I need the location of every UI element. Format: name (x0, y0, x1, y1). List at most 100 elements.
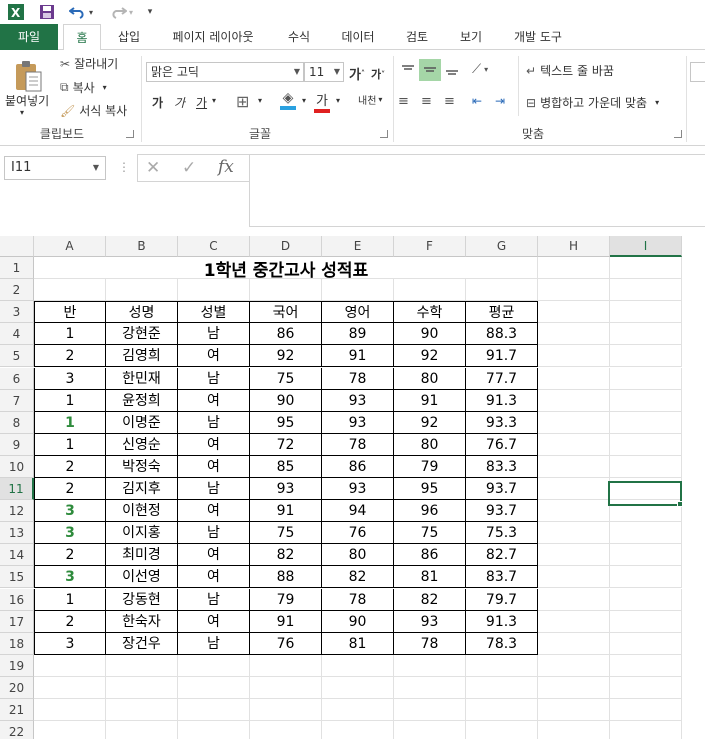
grid-cell[interactable] (466, 699, 538, 722)
fill-color-dropdown-icon[interactable]: ▾ (302, 96, 306, 105)
table-cell[interactable]: 81 (394, 566, 466, 589)
table-cell[interactable]: 90 (322, 610, 394, 633)
grid-cell[interactable] (610, 632, 682, 655)
align-center-icon[interactable]: ≡ (421, 94, 432, 109)
grid-cell[interactable] (610, 323, 682, 346)
tab-data[interactable]: 데이터 (332, 24, 384, 50)
align-top-icon[interactable] (398, 60, 418, 80)
table-cell[interactable]: 91 (394, 389, 466, 412)
table-cell[interactable]: 95 (394, 478, 466, 501)
table-cell[interactable]: 김지후 (106, 478, 178, 501)
grid-cell[interactable] (538, 588, 610, 611)
grid-cell[interactable] (538, 345, 610, 368)
row-header-22[interactable]: 22 (0, 721, 34, 739)
grid-cell[interactable] (610, 257, 682, 280)
row-header-7[interactable]: 7 (0, 389, 34, 412)
clipboard-launcher-icon[interactable] (126, 130, 134, 138)
table-cell[interactable]: 93.7 (466, 500, 538, 523)
table-cell[interactable]: 이명준 (106, 411, 178, 434)
grid-cell[interactable] (610, 301, 682, 324)
row-header-3[interactable]: 3 (0, 301, 34, 324)
column-header-g[interactable]: G (466, 236, 538, 257)
table-cell[interactable]: 김영희 (106, 345, 178, 368)
grid-cell[interactable] (610, 544, 682, 567)
grid-cell[interactable] (538, 721, 610, 739)
row-header-2[interactable]: 2 (0, 279, 34, 302)
table-cell[interactable]: 91.7 (466, 345, 538, 368)
grid-cell[interactable] (538, 610, 610, 633)
table-cell[interactable]: 신영순 (106, 433, 178, 456)
grid-cell[interactable] (394, 699, 466, 722)
column-header-d[interactable]: D (250, 236, 322, 257)
grid-cell[interactable] (466, 676, 538, 699)
table-cell[interactable]: 88.3 (466, 323, 538, 346)
decrease-indent-icon[interactable]: ⇤ (472, 94, 482, 108)
grid-cell[interactable] (538, 654, 610, 677)
grid-cell[interactable] (538, 411, 610, 434)
table-cell[interactable]: 여 (178, 500, 250, 523)
tab-developer[interactable]: 개발 도구 (503, 24, 573, 50)
grid-cell[interactable] (610, 699, 682, 722)
column-header-f[interactable]: F (394, 236, 466, 257)
table-cell[interactable]: 장건우 (106, 632, 178, 655)
table-cell[interactable]: 강현준 (106, 323, 178, 346)
table-cell[interactable]: 박정숙 (106, 455, 178, 478)
grid-cell[interactable] (538, 389, 610, 412)
header-cell[interactable]: 평균 (466, 301, 538, 324)
grid-cell[interactable] (322, 699, 394, 722)
table-cell[interactable]: 여 (178, 544, 250, 567)
table-cell[interactable]: 남 (178, 522, 250, 545)
undo-icon[interactable]: ▾ (66, 2, 96, 22)
grid-cell[interactable] (394, 721, 466, 739)
table-cell[interactable]: 93.7 (466, 478, 538, 501)
table-cell[interactable]: 여 (178, 566, 250, 589)
grid-cell[interactable] (610, 433, 682, 456)
grow-font-button[interactable]: 가 ˄ (349, 64, 365, 83)
grid-cell[interactable] (610, 522, 682, 545)
table-cell[interactable]: 75.3 (466, 522, 538, 545)
grid-cell[interactable] (394, 676, 466, 699)
grid-cell[interactable] (466, 721, 538, 739)
table-cell[interactable]: 86 (322, 455, 394, 478)
grid-cell[interactable] (610, 389, 682, 412)
align-left-icon[interactable]: ≡ (398, 94, 409, 109)
row-header-6[interactable]: 6 (0, 367, 34, 390)
table-cell[interactable]: 80 (322, 544, 394, 567)
number-format-combo[interactable] (690, 62, 705, 82)
grid-cell[interactable] (250, 721, 322, 739)
table-cell[interactable]: 3 (34, 367, 106, 390)
table-cell[interactable]: 93 (394, 610, 466, 633)
grid-cell[interactable] (610, 654, 682, 677)
column-header-c[interactable]: C (178, 236, 250, 257)
table-cell[interactable]: 남 (178, 367, 250, 390)
bold-button[interactable]: 가 (152, 94, 163, 111)
grid-cell[interactable] (106, 654, 178, 677)
table-cell[interactable]: 89 (322, 323, 394, 346)
fill-color-button[interactable]: ◈ (280, 90, 296, 110)
column-header-e[interactable]: E (322, 236, 394, 257)
grid-cell[interactable] (538, 478, 610, 501)
table-cell[interactable]: 77.7 (466, 367, 538, 390)
enter-icon[interactable]: ✓ (182, 158, 196, 178)
table-cell[interactable]: 여 (178, 433, 250, 456)
grid-cell[interactable] (106, 721, 178, 739)
table-cell[interactable]: 86 (394, 544, 466, 567)
copy-button[interactable]: ⧉ 복사 ▾ (60, 79, 107, 96)
grid-cell[interactable] (322, 654, 394, 677)
grid-cell[interactable] (610, 676, 682, 699)
font-color-dropdown-icon[interactable]: ▾ (336, 96, 340, 105)
table-cell[interactable]: 94 (322, 500, 394, 523)
redo-icon[interactable]: ▾ (106, 2, 136, 22)
table-cell[interactable]: 최미경 (106, 544, 178, 567)
grid-cell[interactable] (538, 566, 610, 589)
table-cell[interactable]: 83.7 (466, 566, 538, 589)
table-cell[interactable]: 86 (250, 323, 322, 346)
table-cell[interactable]: 1 (34, 323, 106, 346)
grid-cell[interactable] (538, 632, 610, 655)
grid-cell[interactable] (610, 721, 682, 739)
header-cell[interactable]: 국어 (250, 301, 322, 324)
table-cell[interactable]: 80 (394, 367, 466, 390)
row-header-4[interactable]: 4 (0, 323, 34, 346)
table-cell[interactable]: 78 (322, 433, 394, 456)
phonetic-button[interactable]: 내천 ▾ (358, 92, 382, 107)
